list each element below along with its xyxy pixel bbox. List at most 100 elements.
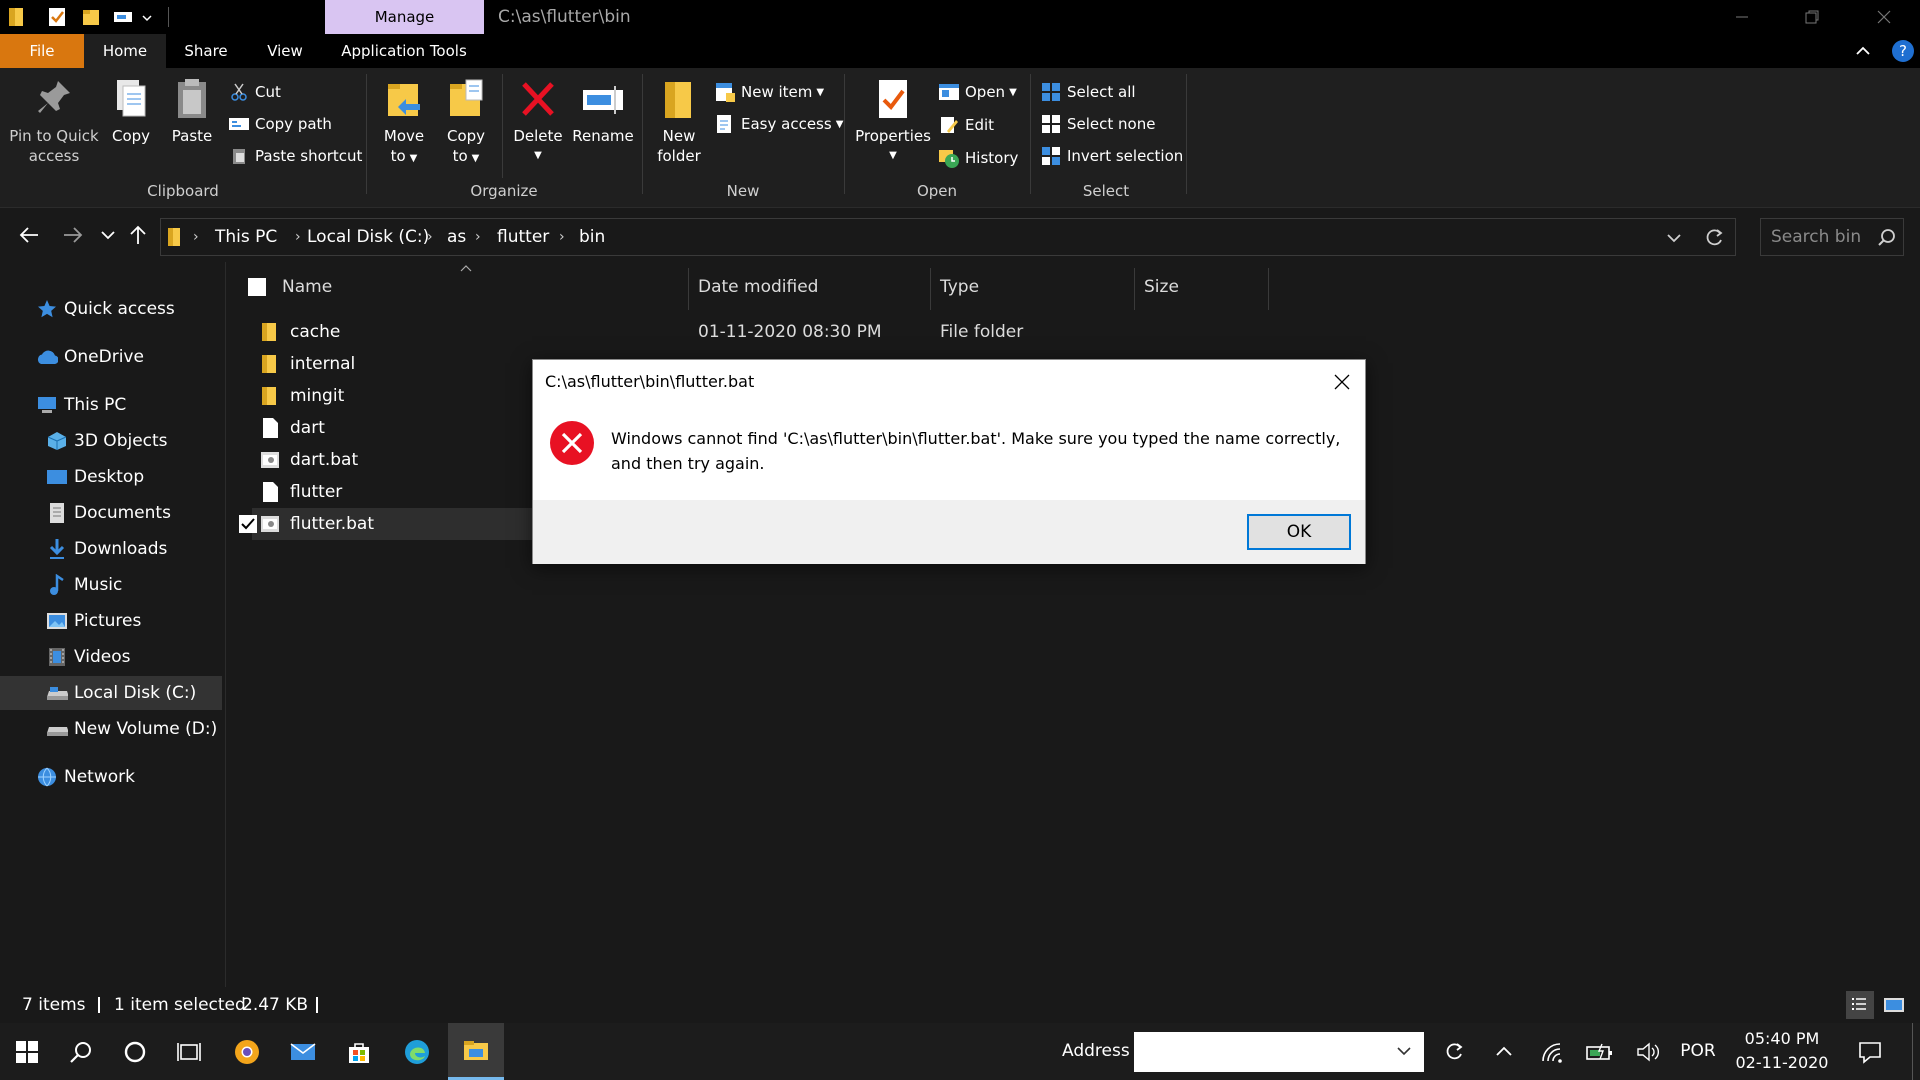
address-toolbar-input[interactable]	[1134, 1032, 1424, 1072]
column-header-name[interactable]: Name	[282, 262, 332, 312]
edit-button[interactable]: Edit	[938, 113, 994, 137]
sidebar-item-music[interactable]: Music	[0, 568, 222, 602]
table-row[interactable]: cache	[252, 316, 762, 348]
show-hidden-icons-button[interactable]	[1480, 1023, 1528, 1080]
tab-home[interactable]: Home	[84, 34, 166, 68]
search-box[interactable]: Search bin	[1760, 218, 1904, 256]
sidebar-item-network[interactable]: Network	[0, 760, 222, 794]
sidebar-item-this-pc[interactable]: This PC	[0, 388, 222, 422]
taskbar-file-explorer[interactable]	[448, 1023, 504, 1080]
copy-to-button[interactable]: Copy to ▼	[440, 76, 492, 169]
column-divider[interactable]	[1134, 268, 1135, 310]
action-center-button[interactable]	[1844, 1023, 1896, 1080]
breadcrumb-as[interactable]: as	[447, 219, 466, 255]
volume-tray-button[interactable]	[1624, 1023, 1672, 1080]
show-desktop-button[interactable]	[1912, 1023, 1920, 1080]
delete-button[interactable]: Delete ▼	[510, 76, 566, 166]
battery-tray-button[interactable]	[1576, 1023, 1624, 1080]
recent-locations-button[interactable]	[92, 218, 124, 252]
select-all-button[interactable]: Select all	[1040, 80, 1136, 104]
copy-button[interactable]: Copy	[106, 76, 156, 146]
properties-label: Properties	[855, 127, 931, 145]
forward-button[interactable]	[56, 218, 90, 252]
move-to-button[interactable]: Move to ▼	[378, 76, 430, 169]
ok-button[interactable]: OK	[1247, 514, 1351, 550]
invert-selection-button[interactable]: Invert selection	[1040, 144, 1183, 168]
select-all-checkbox[interactable]	[248, 278, 266, 296]
column-divider[interactable]	[688, 268, 689, 310]
tab-file[interactable]: File	[0, 34, 84, 68]
properties-qat-icon[interactable]	[46, 6, 68, 28]
back-button[interactable]	[12, 218, 46, 252]
address-toolbar-go-button[interactable]	[1430, 1023, 1478, 1080]
address-history-button[interactable]	[1665, 229, 1683, 247]
pin-to-quick-access-button[interactable]: Pin to Quick access	[6, 76, 102, 166]
select-none-button[interactable]: Select none	[1040, 112, 1155, 136]
sidebar-item-videos[interactable]: Videos	[0, 640, 222, 674]
search-input[interactable]: Search bin	[1771, 219, 1861, 255]
taskbar-clock[interactable]: 05:40 PM 02-11-2020	[1722, 1027, 1842, 1075]
sidebar-item-downloads[interactable]: Downloads	[0, 532, 222, 566]
tab-application-tools[interactable]: Application Tools	[330, 34, 478, 68]
task-view-button[interactable]	[162, 1023, 216, 1080]
column-divider[interactable]	[930, 268, 931, 310]
close-icon	[1877, 10, 1891, 24]
collapse-ribbon-button[interactable]	[1852, 40, 1874, 62]
close-window-button[interactable]	[1856, 0, 1912, 34]
refresh-button[interactable]	[1703, 227, 1725, 249]
taskbar-mail[interactable]	[276, 1023, 330, 1080]
sidebar-item-local-disk-c[interactable]: Local Disk (C:)	[0, 676, 222, 710]
minimize-button[interactable]	[1714, 0, 1770, 34]
column-header-type[interactable]: Type	[940, 262, 979, 312]
sidebar-item-quick-access[interactable]: Quick access	[0, 292, 222, 326]
paste-button[interactable]: Paste	[164, 76, 220, 146]
restore-button[interactable]	[1784, 0, 1840, 34]
sidebar-item-desktop[interactable]: Desktop	[0, 460, 222, 494]
sidebar-item-pictures[interactable]: Pictures	[0, 604, 222, 638]
paste-shortcut-button[interactable]: Paste shortcut	[228, 144, 362, 168]
help-button[interactable]: ?	[1890, 38, 1916, 64]
qat-chevron-down-icon[interactable]	[140, 6, 154, 28]
breadcrumb-this-pc[interactable]: This PC	[215, 219, 277, 255]
cortana-button[interactable]	[108, 1023, 162, 1080]
taskbar-store[interactable]	[332, 1023, 386, 1080]
new-folder-button[interactable]: New folder	[654, 76, 704, 166]
tab-share[interactable]: Share	[170, 34, 242, 68]
start-button[interactable]	[0, 1023, 54, 1080]
rename-button[interactable]: Rename	[570, 76, 636, 146]
breadcrumb-bin[interactable]: bin	[579, 219, 605, 255]
properties-button[interactable]: Properties ▼	[854, 76, 932, 166]
sidebar-item-new-volume-d[interactable]: New Volume (D:)	[0, 712, 222, 746]
new-folder-qat-icon[interactable]	[80, 6, 102, 28]
up-button[interactable]	[122, 218, 154, 252]
column-header-date-modified[interactable]: Date modified	[698, 262, 818, 312]
copy-path-button[interactable]: Copy path	[228, 112, 332, 136]
network-tray-button[interactable]	[1528, 1023, 1576, 1080]
film-icon	[46, 646, 68, 668]
manage-contextual-tab[interactable]: Manage	[325, 0, 484, 34]
details-view-button[interactable]	[1846, 991, 1874, 1019]
new-item-button[interactable]: New item ▼	[714, 80, 824, 104]
sidebar-item-3d-objects[interactable]: 3D Objects	[0, 424, 222, 458]
column-header-size[interactable]: Size	[1144, 262, 1179, 312]
taskbar-edge[interactable]	[390, 1023, 444, 1080]
breadcrumb-local-disk[interactable]: Local Disk (C:)	[307, 219, 429, 255]
dialog-close-button[interactable]	[1319, 360, 1365, 404]
easy-access-button[interactable]: Easy access ▼	[714, 112, 843, 136]
address-bar[interactable]: › This PC › Local Disk (C:) › as › flutt…	[160, 218, 1736, 256]
cut-button[interactable]: Cut	[228, 80, 281, 104]
rename-qat-icon[interactable]	[112, 6, 134, 28]
taskbar-chrome-canary[interactable]	[220, 1023, 274, 1080]
row-checkbox[interactable]	[238, 514, 258, 534]
history-button[interactable]: History	[938, 146, 1018, 170]
input-language-indicator[interactable]: POR	[1672, 1023, 1724, 1080]
large-icons-view-button[interactable]	[1880, 991, 1908, 1019]
breadcrumb-flutter[interactable]: flutter	[497, 219, 549, 255]
address-toolbar-dropdown[interactable]	[1394, 1041, 1414, 1061]
sidebar-item-documents[interactable]: Documents	[0, 496, 222, 530]
open-button[interactable]: Open ▼	[938, 80, 1017, 104]
column-divider[interactable]	[1268, 268, 1269, 310]
sidebar-item-onedrive[interactable]: OneDrive	[0, 340, 222, 374]
tab-view[interactable]: View	[252, 34, 318, 68]
taskbar-search-button[interactable]	[54, 1023, 108, 1080]
